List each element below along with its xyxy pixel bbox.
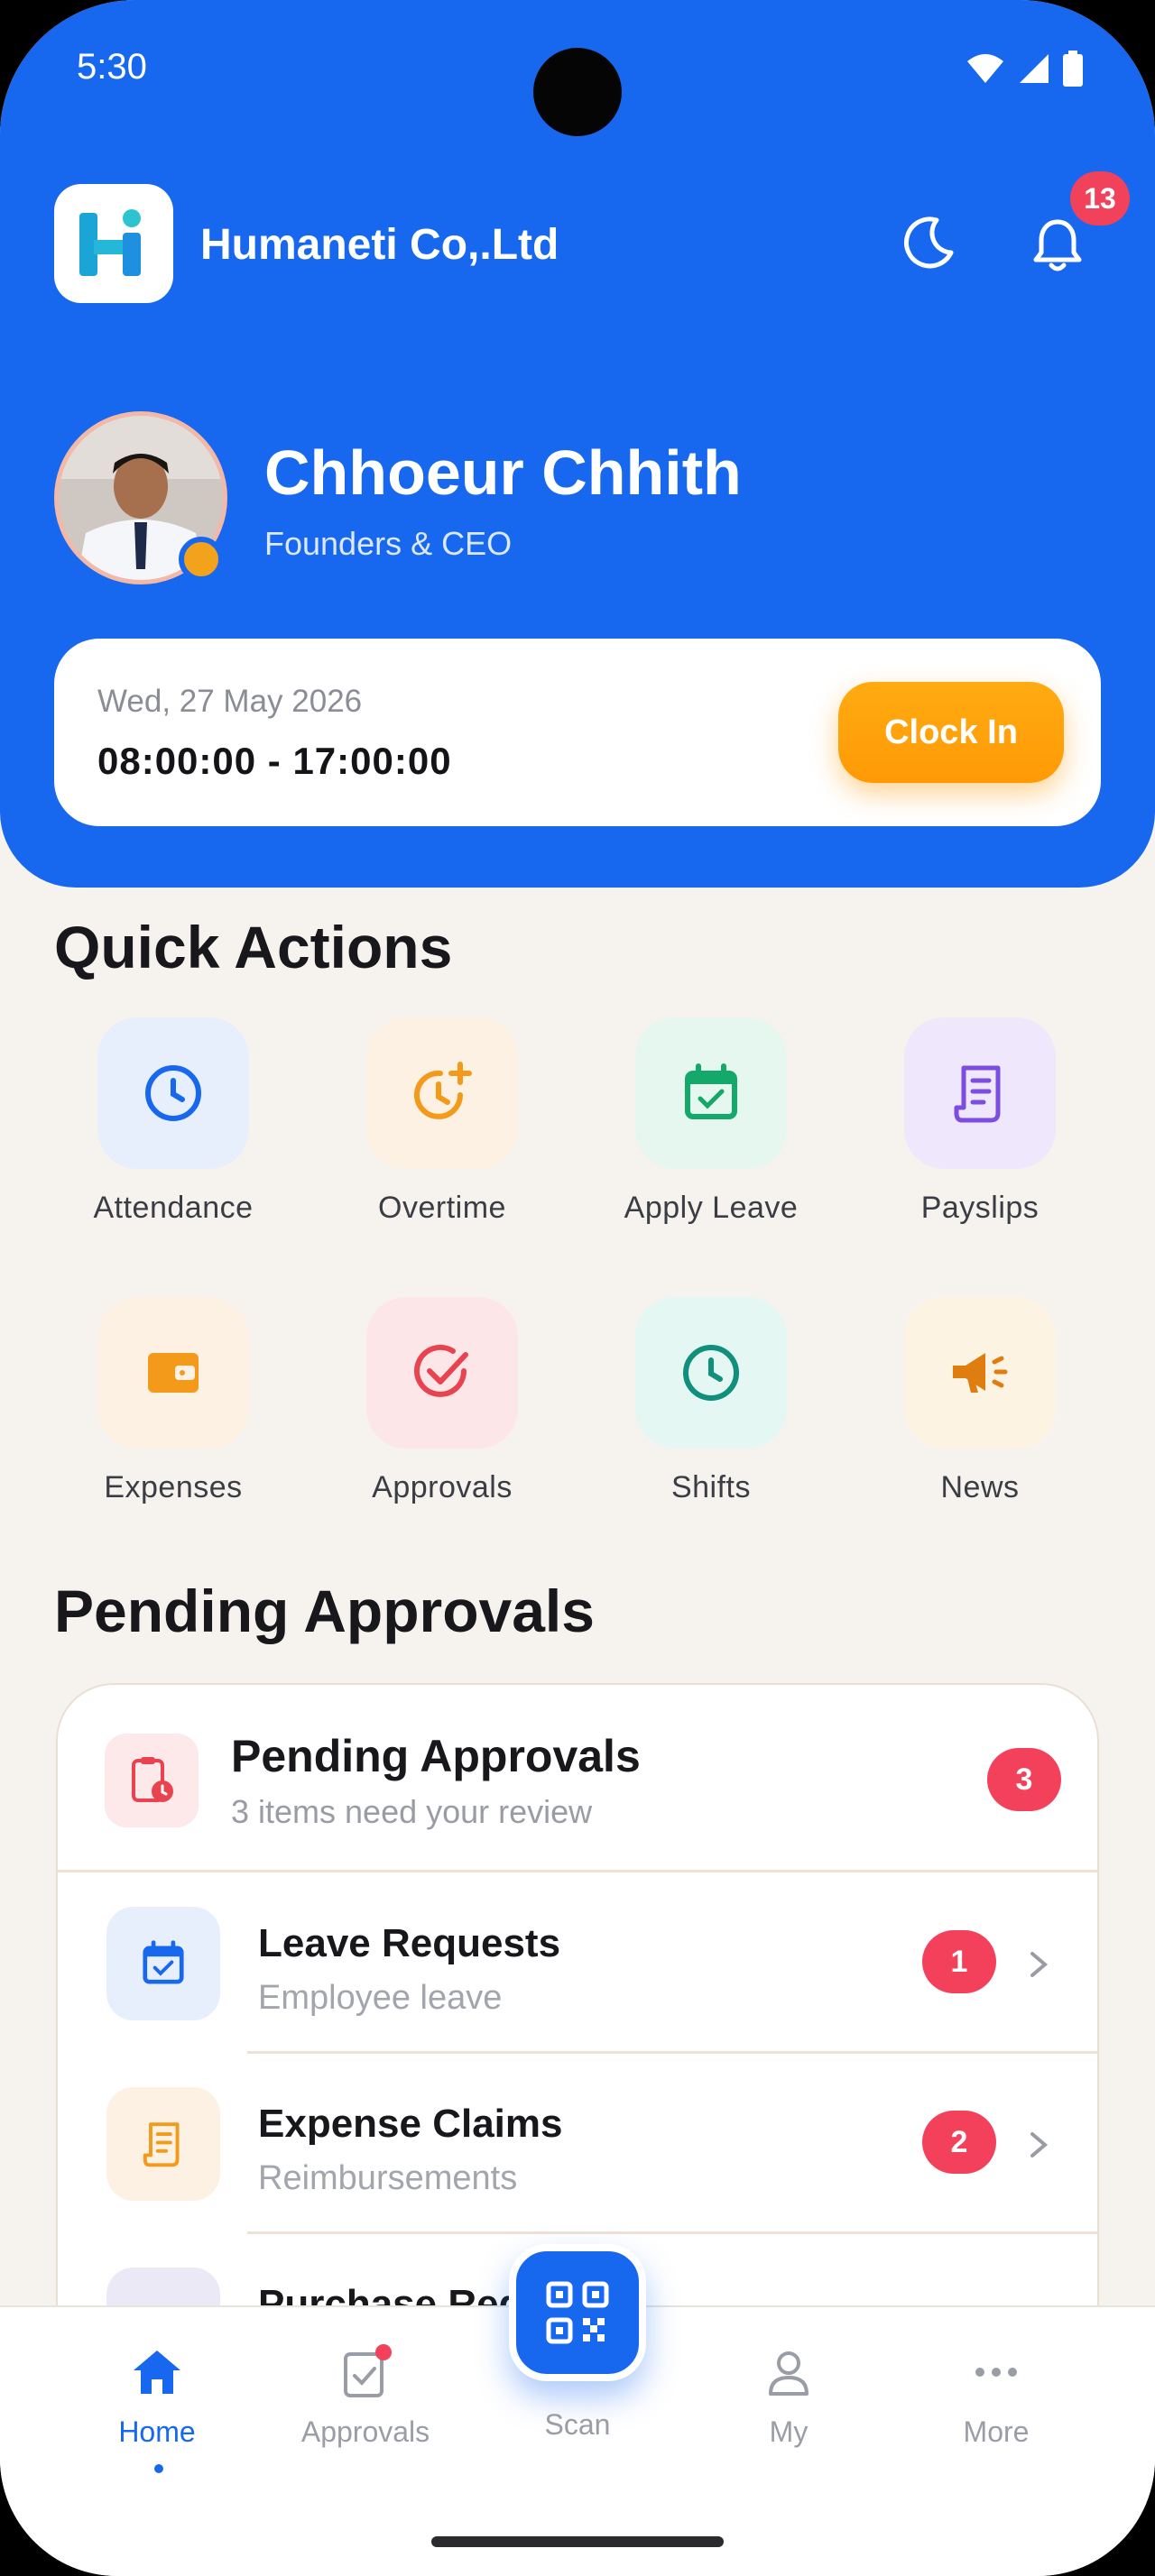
quick-action-tile (366, 1017, 518, 1169)
nav-label: Approvals (300, 2415, 430, 2448)
quick-action-payslips[interactable]: Payslips (872, 1017, 1088, 1252)
nav-label: More (963, 2415, 1030, 2448)
app-screen: 5:30 Humaneti Co,.Ltd 13 Chhoeur Chhith … (0, 0, 1155, 2576)
clock-plus-icon (414, 1062, 472, 1119)
approval-row-leave-requests[interactable]: Leave Requests Employee leave 1 (58, 1872, 1097, 2053)
more-dots-icon (975, 2368, 1017, 2377)
camera-cutout (533, 48, 622, 136)
status-icons (966, 51, 1083, 87)
clock-in-button[interactable]: Clock In (838, 682, 1064, 783)
clipboard-check-icon (344, 2344, 392, 2397)
megaphone-icon (953, 1353, 1008, 1393)
receipt-icon (143, 2122, 180, 2167)
quick-action-label: Approvals (372, 1470, 513, 1504)
shift-hours: 08:00:00 - 17:00:00 (97, 740, 452, 782)
approval-row-subtitle: Reimbursements (258, 2159, 518, 2197)
quick-action-label: Shifts (670, 1470, 752, 1504)
calendar-check-icon (685, 1063, 737, 1119)
clipboard-clock-icon (132, 1757, 173, 1802)
pending-total-badge: 3 (987, 1748, 1061, 1811)
nav-approvals[interactable]: Approvals (266, 2343, 465, 2479)
clock-icon (683, 1345, 739, 1401)
quick-action-label: Payslips (920, 1191, 1040, 1225)
quick-action-label: News (940, 1470, 1020, 1504)
receipt-icon (954, 1065, 1001, 1123)
shift-date: Wed, 27 May 2026 (97, 684, 363, 719)
quick-action-tile (97, 1017, 249, 1169)
pending-approvals-title: Pending Approvals (54, 1578, 595, 1644)
nav-label: My (769, 2415, 808, 2448)
home-indicator[interactable] (431, 2536, 724, 2547)
quick-action-tile (635, 1017, 787, 1169)
moon-icon (904, 216, 954, 269)
approval-row-title: Leave Requests (258, 1921, 561, 1965)
quick-action-tile (366, 1297, 518, 1449)
approval-row-count-badge: 2 (922, 2111, 996, 2174)
calendar-check-icon (143, 1940, 184, 1984)
quick-action-attendance[interactable]: Attendance (65, 1017, 282, 1252)
signal-icon (1020, 54, 1049, 83)
approval-row-title: Expense Claims (258, 2102, 563, 2146)
battery-icon (1063, 51, 1083, 87)
approval-row-tile (106, 2087, 220, 2201)
presence-status-dot (179, 537, 224, 582)
home-header: 5:30 Humaneti Co,.Ltd 13 Chhoeur Chhith … (0, 0, 1155, 888)
clock-icon (145, 1065, 201, 1121)
quick-action-approvals[interactable]: Approvals (334, 1297, 550, 1532)
nav-my[interactable]: My (689, 2343, 888, 2479)
qr-code-icon (546, 2281, 609, 2344)
notifications-button[interactable] (1023, 211, 1092, 280)
pending-approvals-card: Pending Approvals 3 items need your revi… (56, 1683, 1099, 2332)
quick-action-tile (635, 1297, 787, 1449)
nav-label: Home (118, 2415, 196, 2448)
quick-action-apply-leave[interactable]: Apply Leave (603, 1017, 819, 1252)
approval-row-expense-claims[interactable]: Expense Claims Reimbursements 2 (58, 2053, 1097, 2233)
quick-action-expenses[interactable]: Expenses (65, 1297, 282, 1532)
quick-action-label: Attendance (93, 1191, 254, 1225)
notification-count-badge: 13 (1070, 171, 1130, 225)
nav-more[interactable]: More (897, 2343, 1095, 2479)
quick-action-tile (904, 1297, 1056, 1449)
wifi-icon (967, 54, 1003, 83)
company-name: Humaneti Co,.Ltd (200, 221, 559, 269)
user-icon (769, 2351, 808, 2396)
quick-action-label: Overtime (378, 1191, 506, 1225)
chevron-right-icon (1030, 2132, 1049, 2157)
shift-card: Wed, 27 May 2026 08:00:00 - 17:00:00 Clo… (54, 639, 1101, 826)
user-name: Chhoeur Chhith (264, 437, 742, 508)
approval-row-count-badge: 1 (922, 1930, 996, 1993)
wallet-icon (148, 1353, 199, 1393)
quick-action-news[interactable]: News (872, 1297, 1088, 1532)
quick-action-label: Apply Leave (624, 1191, 799, 1225)
quick-action-label: Expenses (104, 1470, 243, 1504)
bell-icon (1033, 219, 1082, 271)
pending-approvals-card-title: Pending Approvals (231, 1731, 641, 1781)
nav-home[interactable]: Home (58, 2343, 256, 2479)
pending-approvals-card-subtitle: 3 items need your review (231, 1793, 593, 1830)
home-icon (134, 2351, 180, 2394)
pending-approvals-tile (105, 1734, 199, 1827)
quick-action-overtime[interactable]: Overtime (334, 1017, 550, 1252)
scan-button[interactable] (509, 2244, 646, 2381)
chevron-right-icon (1030, 1952, 1049, 1977)
company-logo (54, 184, 173, 303)
check-circle-icon (414, 1344, 468, 1397)
quick-action-tile (97, 1297, 249, 1449)
theme-toggle-button[interactable] (897, 211, 960, 274)
quick-action-tile (904, 1017, 1056, 1169)
quick-action-shifts[interactable]: Shifts (603, 1297, 819, 1532)
user-role: Founders & CEO (264, 525, 513, 562)
active-tab-indicator (154, 2464, 163, 2473)
approval-row-subtitle: Employee leave (258, 1979, 503, 2017)
pending-approvals-header[interactable]: Pending Approvals 3 items need your revi… (58, 1685, 1097, 1872)
scan-label: Scan (544, 2408, 611, 2441)
status-time: 5:30 (77, 47, 147, 87)
approval-row-tile (106, 1907, 220, 2020)
quick-actions-title: Quick Actions (54, 914, 453, 980)
